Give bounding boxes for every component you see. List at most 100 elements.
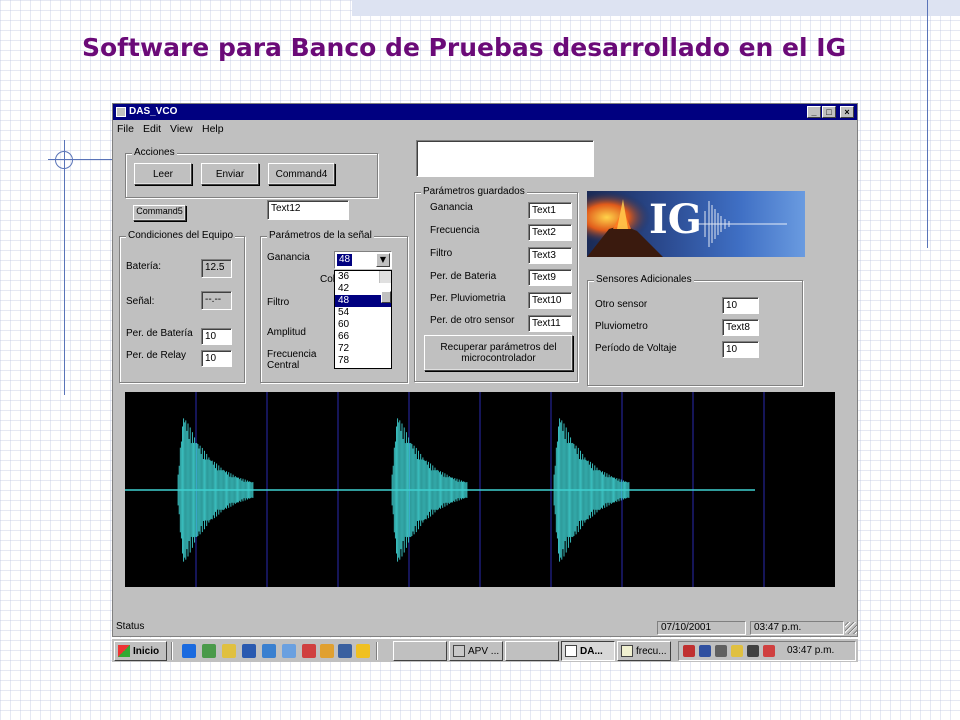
menu-view[interactable]: View <box>170 123 193 135</box>
per-relay-label: Per. de Relay <box>126 350 187 361</box>
network-tray-icon[interactable] <box>763 645 775 657</box>
media-icon[interactable] <box>302 644 316 658</box>
dropdown-option[interactable]: 54 <box>335 307 391 319</box>
text12-input[interactable]: Text12 <box>267 200 349 220</box>
das-icon <box>565 645 577 657</box>
desktop-icon[interactable] <box>338 644 352 658</box>
app-quicklaunch-icon[interactable] <box>262 644 276 658</box>
slide-title: Software para Banco de Pruebas desarroll… <box>82 33 847 62</box>
scrollbar-thumb[interactable] <box>381 291 391 303</box>
dropdown-scrollbar[interactable] <box>379 271 391 303</box>
frecu-icon <box>621 645 633 657</box>
start-button[interactable]: Inicio <box>114 641 167 661</box>
menu-help[interactable]: Help <box>202 123 224 135</box>
pg-ganancia-input[interactable]: Text1 <box>528 202 572 219</box>
taskbar-task-3[interactable] <box>505 641 559 661</box>
pg-filtro-label: Filtro <box>430 248 453 259</box>
tray-app-icon[interactable] <box>731 645 743 657</box>
sensores-frame: Sensores Adicionales Otro sensor 10 Pluv… <box>587 274 803 386</box>
internet-explorer-icon[interactable] <box>182 644 196 658</box>
enviar-button[interactable]: Enviar <box>201 163 259 185</box>
pg-per-pluviometria-input[interactable]: Text10 <box>528 292 572 309</box>
dropdown-option[interactable]: 78 <box>335 355 391 367</box>
pg-filtro-input[interactable]: Text3 <box>528 247 572 264</box>
modem-icon[interactable] <box>699 645 711 657</box>
status-bar: Status 07/10/2001 03:47 p.m. <box>113 620 857 636</box>
volume-icon[interactable] <box>747 645 759 657</box>
shield-icon[interactable] <box>683 645 695 657</box>
slide-decoration-line-left <box>64 140 65 395</box>
pg-ganancia-label: Ganancia <box>430 202 473 213</box>
windows-logo-icon <box>118 645 130 657</box>
ganancia-combo-value: 48 <box>337 254 353 266</box>
taskbar-task-frecu[interactable]: frecu... <box>617 641 671 661</box>
system-tray: 03:47 p.m. <box>678 641 856 661</box>
app-window: DAS_VCO _ □ × File Edit View Help Accion… <box>112 103 858 637</box>
close-button[interactable]: × <box>840 106 854 118</box>
recuperar-parametros-button[interactable]: Recuperar parámetros del microcontrolado… <box>424 335 573 371</box>
taskbar-separator <box>171 642 173 660</box>
monitor-icon[interactable] <box>715 645 727 657</box>
notepad-icon[interactable] <box>222 644 236 658</box>
otro-sensor-input[interactable]: 10 <box>722 297 759 314</box>
pluviometro-label: Pluviometro <box>595 321 648 332</box>
parametros-guardados-frame: Parámetros guardados Ganancia Text1 Frec… <box>414 186 578 382</box>
command4-button[interactable]: Command4 <box>268 163 335 185</box>
search-icon[interactable] <box>320 644 334 658</box>
task-label: frecu... <box>636 645 667 657</box>
window-titlebar[interactable]: DAS_VCO _ □ × <box>113 104 857 120</box>
dropdown-option[interactable]: 66 <box>335 331 391 343</box>
ganancia-label: Ganancia <box>267 252 310 263</box>
menu-file[interactable]: File <box>117 123 134 135</box>
pg-frecuencia-label: Frecuencia <box>430 225 480 236</box>
waveform-display <box>125 392 835 587</box>
pencil-icon[interactable] <box>356 644 370 658</box>
periodo-voltaje-label: Período de Voltaje <box>595 343 677 354</box>
pg-per-otro-sensor-input[interactable]: Text11 <box>528 315 572 332</box>
display-textbox[interactable] <box>416 140 594 177</box>
task-label: DA... <box>580 645 603 657</box>
per-relay-input[interactable]: 10 <box>201 350 232 367</box>
taskbar-task-apv[interactable]: APV ... <box>449 641 503 661</box>
maximize-button[interactable]: □ <box>822 106 836 118</box>
acciones-frame: Acciones Leer Enviar Command4 <box>125 147 378 198</box>
minimize-button[interactable]: _ <box>807 106 821 118</box>
dropdown-option[interactable]: 72 <box>335 343 391 355</box>
network-icon[interactable] <box>202 644 216 658</box>
chevron-down-icon[interactable]: ▼ <box>376 253 390 267</box>
help-icon[interactable] <box>242 644 256 658</box>
pg-per-bateria-input[interactable]: Text9 <box>528 269 572 286</box>
menu-edit[interactable]: Edit <box>143 123 161 135</box>
taskbar-task-das[interactable]: DA... <box>561 641 615 661</box>
waveform-plot <box>125 392 765 587</box>
app-icon <box>116 107 126 117</box>
condiciones-label: Condiciones del Equipo <box>126 230 236 242</box>
pg-frecuencia-input[interactable]: Text2 <box>528 224 572 241</box>
window-title: DAS_VCO <box>129 106 178 117</box>
resize-grip[interactable] <box>845 622 857 634</box>
status-time: 03:47 p.m. <box>750 621 844 635</box>
leer-button[interactable]: Leer <box>134 163 192 185</box>
pluviometro-input[interactable]: Text8 <box>722 319 759 336</box>
parametros-senal-label: Parámetros de la señal <box>267 230 374 242</box>
periodo-voltaje-input[interactable]: 10 <box>722 341 759 358</box>
status-text: Status <box>116 621 145 632</box>
per-bateria-input[interactable]: 10 <box>201 328 232 345</box>
per-bateria-label: Per. de Batería <box>126 328 193 339</box>
dropdown-option[interactable]: 60 <box>335 319 391 331</box>
taskbar: Inicio APV ... DA... frecu... 03:47 p.m. <box>112 638 858 662</box>
connect-icon[interactable] <box>282 644 296 658</box>
bateria-label: Batería: <box>126 261 162 272</box>
status-date: 07/10/2001 <box>657 621 746 635</box>
taskbar-separator <box>376 642 378 660</box>
taskbar-task-1[interactable] <box>393 641 447 661</box>
ganancia-combo[interactable]: 48 ▼ <box>334 251 392 269</box>
ganancia-dropdown-list[interactable]: 36 42 48 54 60 66 72 78 <box>334 270 392 369</box>
senal-label: Señal: <box>126 296 155 307</box>
slide-decoration-circle <box>55 151 73 169</box>
taskbar-clock: 03:47 p.m. <box>787 645 835 656</box>
amplitud-label: Amplitud <box>267 327 306 338</box>
command5-button[interactable]: Command5 <box>133 205 186 221</box>
task-label: APV ... <box>468 645 500 657</box>
slide-decoration-bar <box>352 0 960 16</box>
